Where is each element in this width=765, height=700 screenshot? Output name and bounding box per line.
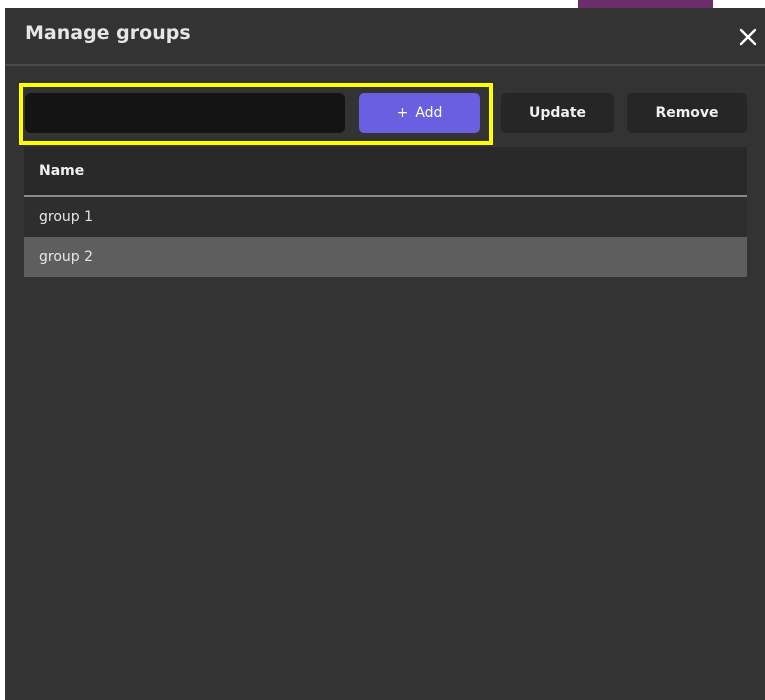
group-name-cell: group 2 — [39, 249, 94, 265]
table-row-selected[interactable]: group 2 — [24, 237, 747, 277]
update-button-label: Update — [528, 105, 587, 121]
update-button[interactable]: Update — [501, 93, 614, 133]
remove-button-label: Remove — [655, 105, 719, 121]
groups-table: Name group 1 group 2 — [24, 147, 747, 277]
dialog-header: Manage groups — [5, 8, 765, 66]
close-button[interactable] — [735, 24, 761, 50]
background-accent-strip — [578, 0, 713, 8]
column-header-label: Name — [39, 163, 85, 179]
column-header-name[interactable]: Name — [24, 147, 747, 197]
table-row[interactable]: group 1 — [24, 197, 747, 237]
dialog-title: Manage groups — [25, 22, 191, 44]
remove-button[interactable]: Remove — [627, 93, 747, 133]
add-button[interactable]: + Add — [359, 93, 480, 133]
page: Manage groups + Add Update Remove Name g… — [0, 0, 765, 700]
plus-icon: + — [396, 105, 409, 121]
group-name-cell: group 1 — [39, 209, 94, 225]
manage-groups-dialog: Manage groups + Add Update Remove Name g… — [5, 8, 765, 700]
group-name-input[interactable] — [25, 93, 345, 133]
add-button-label: Add — [415, 105, 443, 121]
close-icon — [739, 28, 757, 46]
